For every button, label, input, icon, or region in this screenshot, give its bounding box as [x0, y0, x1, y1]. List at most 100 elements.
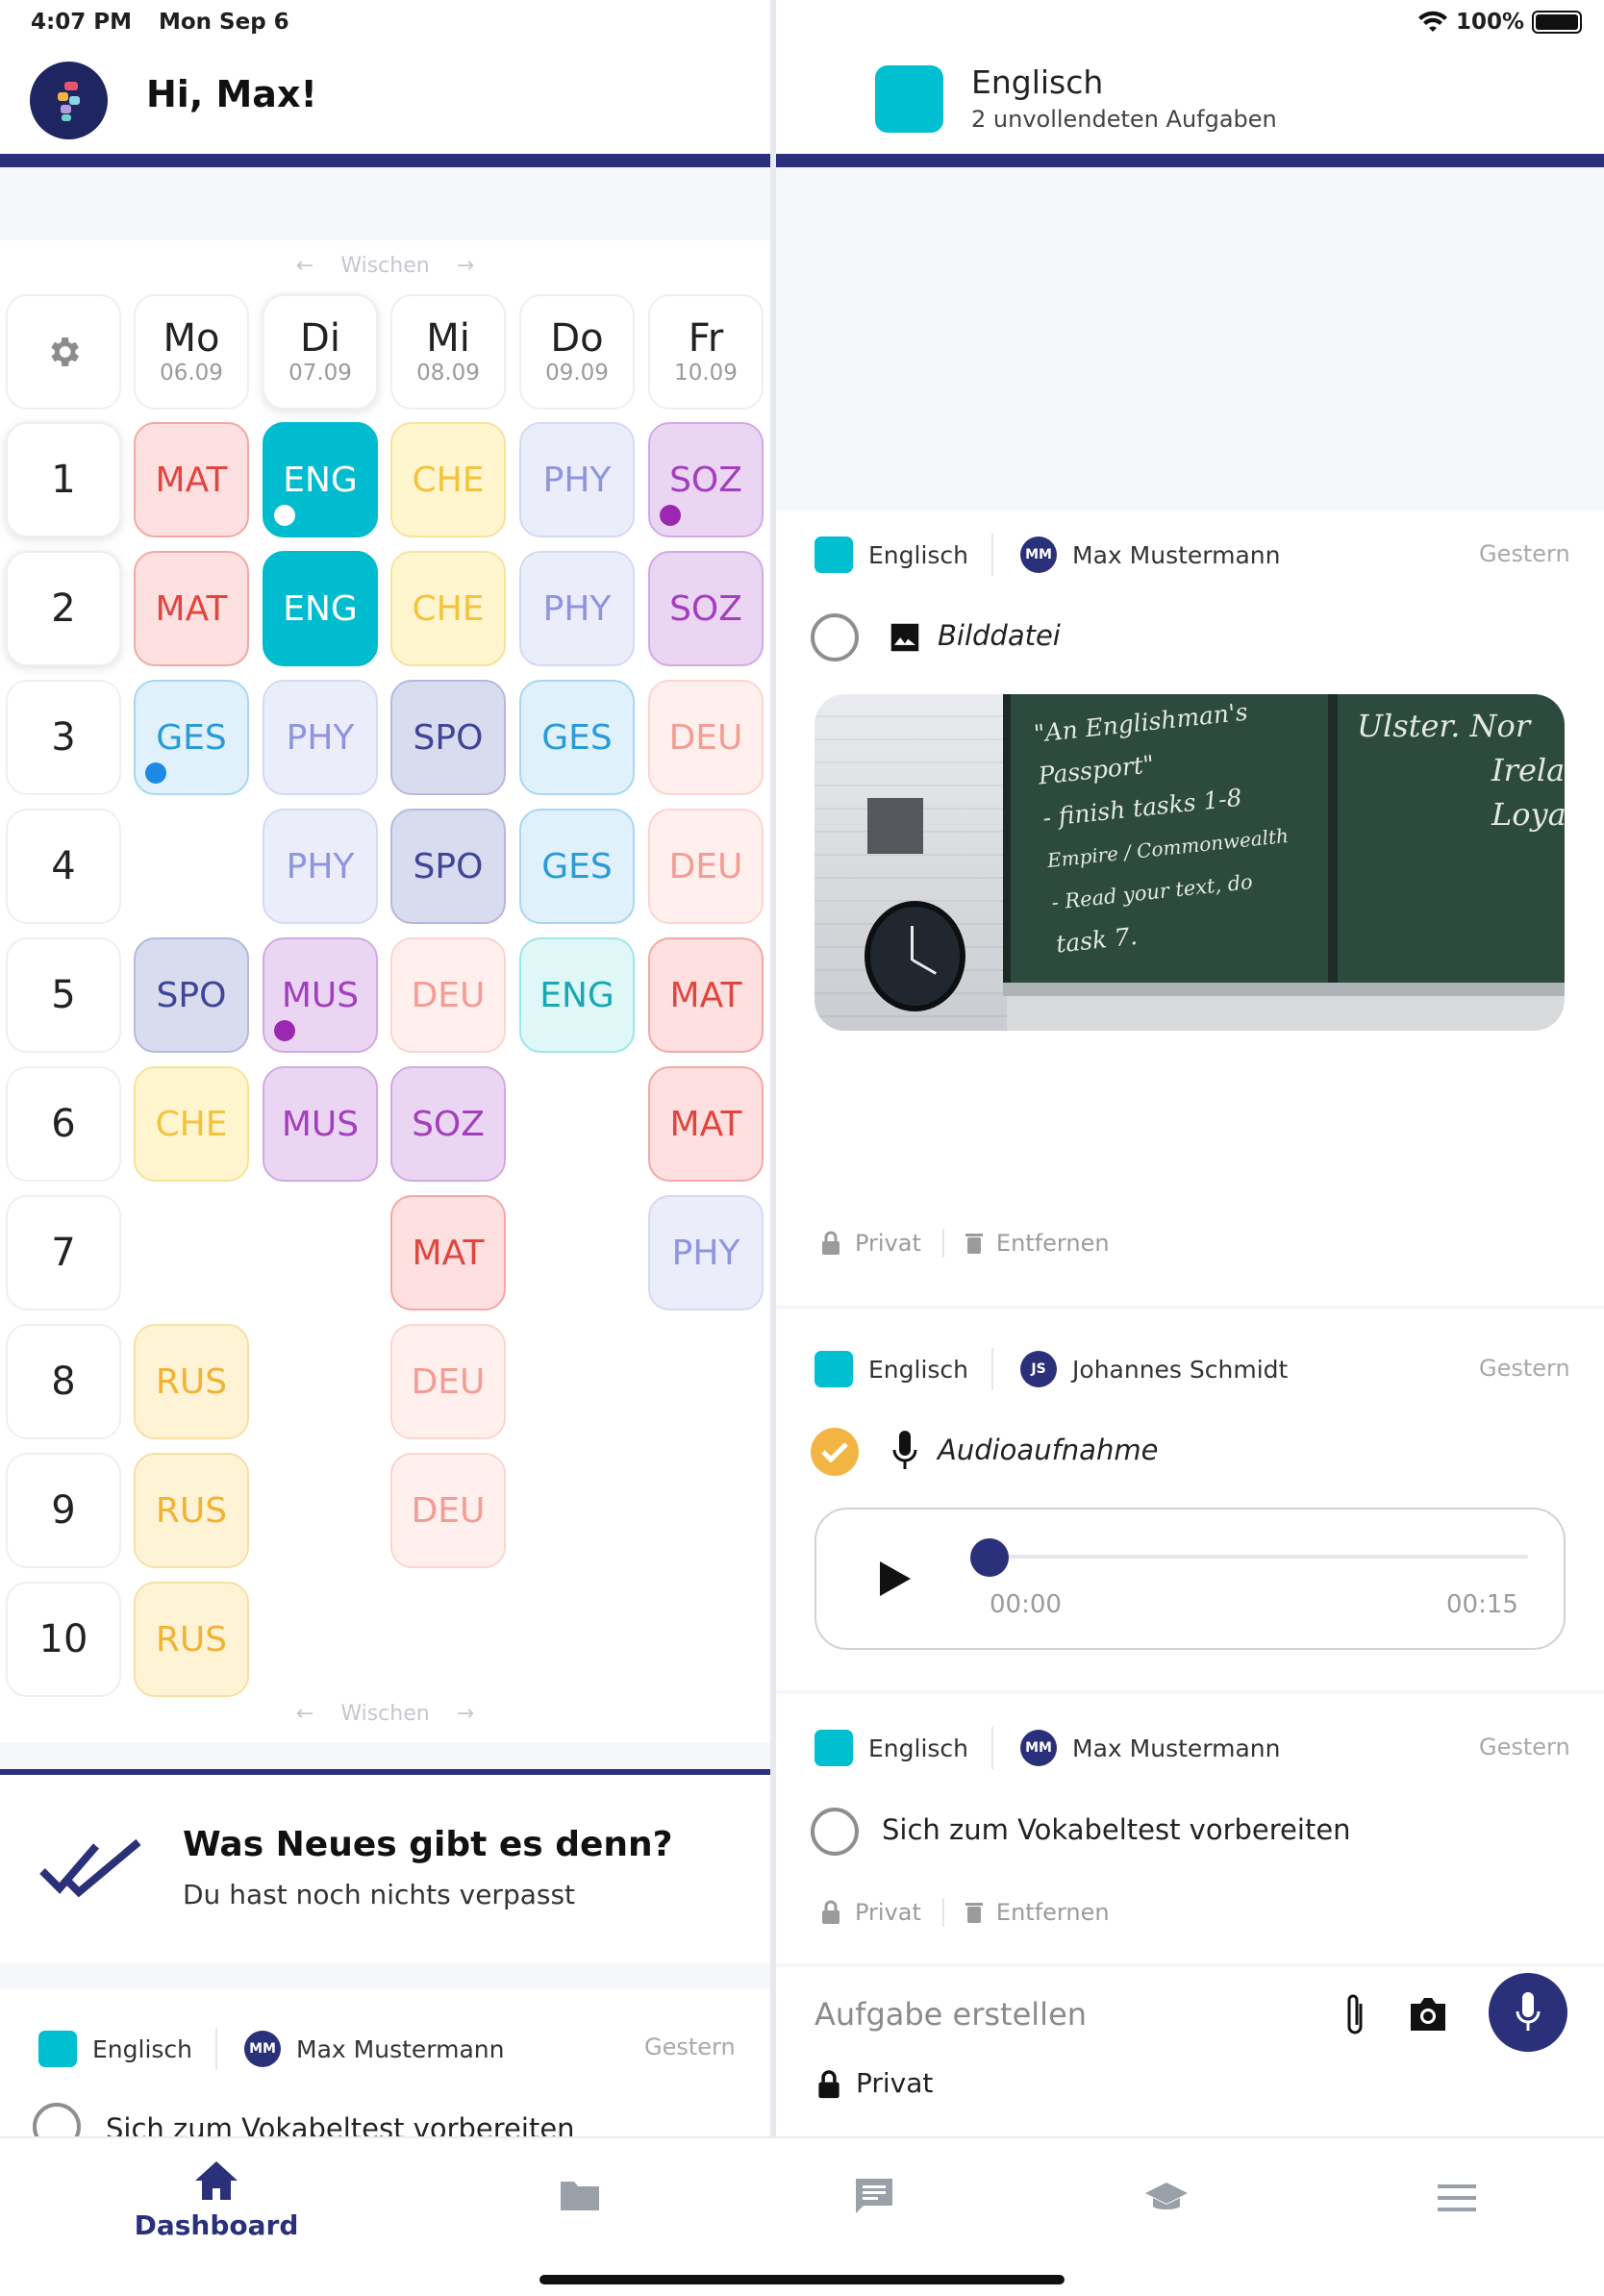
lesson-cell-phy[interactable]: PHY	[263, 680, 378, 795]
timestamp: Gestern	[1479, 540, 1570, 567]
audio-track[interactable]	[990, 1555, 1528, 1559]
composer-privacy-toggle[interactable]: Privat	[856, 2067, 933, 2099]
timestamp: Gestern	[644, 2034, 736, 2060]
paperclip-icon[interactable]	[1340, 1990, 1370, 2040]
homework-dot	[145, 762, 166, 784]
lesson-label: SOZ	[412, 1104, 485, 1144]
audio-player: 00:00 00:15	[815, 1508, 1566, 1650]
microphone-icon	[1516, 1992, 1541, 2031]
privacy-label[interactable]: Privat	[855, 1230, 921, 1257]
remove-button[interactable]: Entfernen	[996, 1230, 1110, 1257]
subject-label: Englisch	[92, 2034, 193, 2063]
board-seam	[1328, 694, 1338, 983]
day-header-mo[interactable]: Mo 06.09	[134, 294, 249, 410]
lesson-cell-spo[interactable]: SPO	[134, 937, 249, 1053]
task-checkbox-checked[interactable]	[811, 1428, 859, 1476]
lesson-cell-phy[interactable]: PHY	[263, 809, 378, 924]
trash-icon	[965, 1903, 983, 1923]
lesson-label: MAT	[669, 1104, 742, 1144]
divider	[991, 1727, 994, 1769]
lesson-cell-che[interactable]: CHE	[390, 422, 506, 537]
task-checkbox[interactable]	[811, 613, 859, 661]
lesson-cell-phy[interactable]: PHY	[519, 422, 635, 537]
tab-dashboard[interactable]: Dashboard	[135, 2159, 298, 2241]
news-title: Was Neues gibt es denn?	[183, 1825, 673, 1864]
lesson-label: GES	[541, 717, 613, 758]
task-checkbox[interactable]	[811, 1808, 859, 1856]
remove-button[interactable]: Entfernen	[996, 1899, 1110, 1926]
lesson-cell-mat[interactable]: MAT	[648, 1066, 764, 1182]
subject-subtitle: 2 unvollendeten Aufgaben	[971, 106, 1277, 133]
lesson-label: SOZ	[669, 588, 742, 629]
photo-blackboard: "An Englishman's Passport" - finish task…	[1003, 694, 1565, 983]
chat-icon	[856, 2179, 892, 2213]
divider	[941, 1898, 944, 1927]
lesson-cell-mat[interactable]: MAT	[648, 937, 764, 1053]
lesson-cell-rus[interactable]: RUS	[134, 1453, 249, 1568]
app-logo[interactable]	[30, 62, 108, 139]
play-icon[interactable]	[878, 1560, 913, 1598]
lesson-cell-rus[interactable]: RUS	[134, 1324, 249, 1439]
gear-icon	[51, 337, 79, 366]
tab-menu[interactable]	[1438, 2184, 1476, 2211]
lesson-cell-ges[interactable]: GES	[134, 680, 249, 795]
lesson-label: ENG	[283, 588, 358, 629]
lesson-cell-eng[interactable]: ENG	[519, 937, 635, 1053]
lesson-cell-mus[interactable]: MUS	[263, 937, 378, 1053]
left-gap	[0, 167, 770, 240]
lesson-label: DEU	[668, 717, 743, 758]
homework-dot	[660, 505, 681, 526]
lesson-cell-eng[interactable]: ENG	[263, 551, 378, 666]
lesson-cell-soz[interactable]: SOZ	[648, 551, 764, 666]
tab-messages[interactable]	[854, 2177, 894, 2215]
record-audio-button[interactable]	[1489, 1973, 1567, 2052]
lesson-label: PHY	[286, 717, 355, 758]
lesson-cell-ges[interactable]: GES	[519, 680, 635, 795]
day-header-fr[interactable]: Fr 10.09	[648, 294, 764, 410]
privacy-label[interactable]: Privat	[855, 1899, 921, 1926]
swipe-hint-bottom[interactable]: ← Wischen →	[0, 1702, 770, 1726]
author-name: Max Mustermann	[1072, 540, 1281, 569]
task-card-text[interactable]: Englisch MM Max Mustermann Gestern Sich …	[776, 1694, 1604, 1963]
lesson-cell-phy[interactable]: PHY	[648, 1195, 764, 1310]
create-task-input[interactable]: Aufgabe erstellen	[815, 1996, 1087, 2033]
lesson-cell-eng[interactable]: ENG	[263, 422, 378, 537]
status-date-text: Mon Sep 6	[158, 10, 289, 35]
camera-icon[interactable]	[1407, 1996, 1449, 2033]
left-task-preview[interactable]: Englisch MM Max Mustermann Gestern Sich …	[0, 1989, 770, 2136]
lesson-cell-mat[interactable]: MAT	[134, 551, 249, 666]
lesson-cell-deu[interactable]: DEU	[390, 937, 506, 1053]
period-number: 6	[6, 1066, 121, 1182]
task-card-image[interactable]: Englisch MM Max Mustermann Gestern Bildd…	[776, 512, 1604, 1306]
lesson-cell-spo[interactable]: SPO	[390, 809, 506, 924]
lesson-cell-rus[interactable]: RUS	[134, 1582, 249, 1697]
day-header-do[interactable]: Do 09.09	[519, 294, 635, 410]
tab-files[interactable]	[560, 2179, 600, 2211]
lesson-cell-deu[interactable]: DEU	[648, 809, 764, 924]
lesson-label: PHY	[671, 1233, 740, 1273]
lesson-cell-deu[interactable]: DEU	[648, 680, 764, 795]
lesson-cell-spo[interactable]: SPO	[390, 680, 506, 795]
lesson-cell-soz[interactable]: SOZ	[390, 1066, 506, 1182]
tab-courses[interactable]	[1144, 2181, 1189, 2215]
lesson-cell-phy[interactable]: PHY	[519, 551, 635, 666]
task-card-audio[interactable]: Englisch JS Johannes Schmidt Gestern Aud…	[776, 1310, 1604, 1690]
audio-scrubber[interactable]	[970, 1538, 1009, 1577]
lesson-cell-mat[interactable]: MAT	[134, 422, 249, 537]
audio-current-time: 00:00	[990, 1590, 1062, 1619]
lesson-cell-deu[interactable]: DEU	[390, 1453, 506, 1568]
lesson-cell-ges[interactable]: GES	[519, 809, 635, 924]
day-header-mi[interactable]: Mi 08.09	[390, 294, 506, 410]
lesson-cell-che[interactable]: CHE	[390, 551, 506, 666]
day-header-di[interactable]: Di 07.09	[263, 294, 378, 410]
lesson-label: GES	[541, 846, 613, 886]
lesson-cell-mus[interactable]: MUS	[263, 1066, 378, 1182]
task-checkbox[interactable]	[33, 2103, 81, 2136]
lesson-cell-soz[interactable]: SOZ	[648, 422, 764, 537]
swipe-hint-top[interactable]: ← Wischen →	[0, 254, 770, 278]
lesson-cell-che[interactable]: CHE	[134, 1066, 249, 1182]
attached-photo[interactable]: "An Englishman's Passport" - finish task…	[815, 694, 1565, 1031]
settings-button[interactable]	[6, 294, 121, 410]
lesson-cell-mat[interactable]: MAT	[390, 1195, 506, 1310]
lesson-cell-deu[interactable]: DEU	[390, 1324, 506, 1439]
